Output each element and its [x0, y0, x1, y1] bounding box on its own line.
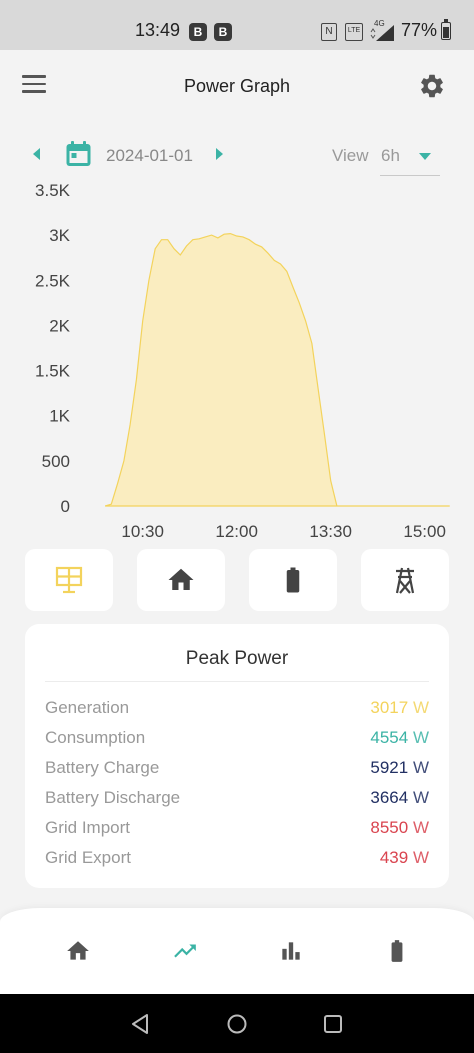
stat-value: 8550 W: [370, 818, 429, 837]
status-time: 13:49: [135, 20, 181, 40]
stat-label: Consumption: [45, 728, 146, 747]
x-tick-label: 13:30: [309, 522, 352, 541]
view-label: View: [332, 146, 369, 165]
peak-power-card: Peak Power Generation 3017 W Consumption 45…: [25, 624, 449, 888]
grid-category-button[interactable]: [361, 549, 449, 611]
chevron-down-icon: [419, 153, 431, 160]
nav-stats[interactable]: [270, 932, 310, 972]
x-tick-label: 15:00: [403, 522, 446, 541]
generation-area: [104, 232, 450, 507]
page-title: Power Graph: [183, 76, 291, 96]
previous-date-arrow-icon[interactable]: [33, 148, 40, 160]
home-icon: [67, 941, 89, 960]
stat-value: 5921 W: [370, 758, 429, 777]
solar-category-button[interactable]: [25, 549, 113, 611]
bar-chart-icon: [282, 942, 300, 960]
battery-status-icon: [441, 19, 451, 40]
power-chart: 0 500 1K 1.5K 2K 2.5K 3K 3.5K 10:30 12:00 13:30 15:…: [35, 181, 450, 541]
app-header: Power Graph: [0, 50, 474, 122]
gear-icon[interactable]: [418, 72, 446, 100]
y-tick-label: 500: [42, 452, 70, 471]
calendar-icon[interactable]: [66, 141, 91, 167]
nav-battery[interactable]: [376, 932, 416, 972]
nfc-icon: N: [321, 23, 337, 41]
y-tick-label: 3.5K: [35, 181, 71, 200]
y-tick-label: 1.5K: [35, 362, 71, 381]
stat-value: 3017 W: [370, 698, 429, 717]
solar-panel-icon: [55, 566, 83, 594]
stat-row: Consumption 4554 W: [45, 728, 429, 752]
y-tick-label: 2K: [49, 316, 70, 335]
stat-label: Battery Charge: [45, 758, 160, 777]
battery-icon: [286, 567, 300, 593]
card-title: Peak Power: [185, 648, 289, 669]
selected-date[interactable]: 2024-01-01: [106, 146, 193, 166]
stat-row: Battery Charge 5921 W: [45, 758, 429, 782]
date-selector: 2024-01-01 View 6h: [0, 136, 474, 180]
recents-icon[interactable]: [321, 1012, 345, 1036]
stat-row: Generation 3017 W: [45, 698, 429, 722]
x-tick-label: 12:00: [215, 522, 258, 541]
view-select-value: 6h: [381, 146, 400, 165]
signal-icon: 4G: [370, 19, 396, 42]
nav-graph[interactable]: [164, 932, 204, 972]
battery-category-button[interactable]: [249, 549, 337, 611]
stat-label: Generation: [45, 698, 130, 717]
battery-icon: [391, 940, 403, 962]
stat-label: Battery Discharge: [45, 788, 181, 807]
b-badge-icon: B: [214, 23, 232, 41]
trending-up-icon: [174, 944, 196, 958]
y-tick-label: 0: [61, 497, 70, 516]
nav-home[interactable]: [57, 932, 97, 972]
status-bar: 13:49 B B N LTE 4G 77%: [0, 0, 474, 50]
y-tick-label: 3K: [49, 226, 70, 245]
volte-icon: LTE: [345, 23, 363, 41]
power-pylon-icon: [395, 567, 415, 594]
stat-value: 4554 W: [370, 728, 429, 747]
y-tick-label: 2.5K: [35, 271, 71, 290]
next-date-arrow-icon[interactable]: [216, 148, 223, 160]
home-category-button[interactable]: [137, 549, 225, 611]
home-circle-icon[interactable]: [225, 1012, 249, 1036]
stat-row: Grid Import 8550 W: [45, 818, 429, 842]
b-badge-icon: B: [189, 23, 207, 41]
stat-label: Grid Import: [45, 818, 131, 837]
x-tick-label: 10:30: [121, 522, 164, 541]
battery-percent: 77%: [401, 20, 438, 40]
system-nav-bar: [0, 994, 474, 1053]
view-select[interactable]: 6h: [380, 140, 440, 176]
back-icon[interactable]: [129, 1012, 153, 1036]
divider: [45, 681, 429, 682]
stat-value: 3664 W: [370, 788, 429, 807]
stat-row: Battery Discharge 3664 W: [45, 788, 429, 812]
home-icon: [168, 568, 194, 590]
stat-label: Grid Export: [45, 848, 131, 867]
stat-value: 439 W: [379, 848, 429, 867]
y-tick-label: 1K: [49, 407, 70, 426]
bottom-nav: [0, 908, 474, 994]
stat-row: Grid Export 439 W: [45, 848, 429, 872]
